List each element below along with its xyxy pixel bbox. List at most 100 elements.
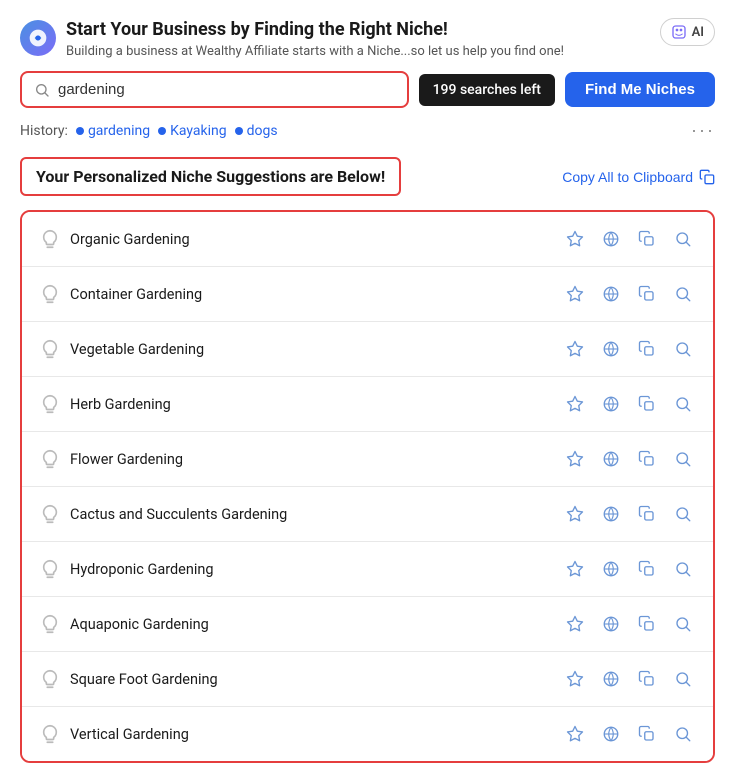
history-item-gardening[interactable]: gardening — [76, 123, 150, 139]
star-button[interactable] — [559, 498, 591, 530]
copy-item-button[interactable] — [631, 333, 663, 365]
niche-name: Herb Gardening — [70, 396, 559, 413]
copy-item-button[interactable] — [631, 443, 663, 475]
niche-item: Vegetable Gardening — [22, 322, 713, 377]
traffic-button[interactable] — [595, 553, 627, 585]
niche-name: Organic Gardening — [70, 231, 559, 248]
search-row: 199 searches left Find Me Niches — [20, 71, 715, 108]
star-button[interactable] — [559, 443, 591, 475]
search-item-button[interactable] — [667, 718, 699, 750]
search-item-button[interactable] — [667, 443, 699, 475]
bulb-icon — [36, 445, 64, 473]
bulb-icon — [36, 280, 64, 308]
copy-item-button[interactable] — [631, 663, 663, 695]
star-button[interactable] — [559, 223, 591, 255]
traffic-button[interactable] — [595, 388, 627, 420]
niche-actions — [559, 608, 699, 640]
search-item-button[interactable] — [667, 663, 699, 695]
traffic-button[interactable] — [595, 443, 627, 475]
niche-name: Hydroponic Gardening — [70, 561, 559, 578]
bulb-icon — [36, 390, 64, 418]
history-label: History: — [20, 123, 68, 139]
niche-name: Container Gardening — [70, 286, 559, 303]
ai-badge: AI — [660, 18, 715, 46]
niche-actions — [559, 223, 699, 255]
search-item-button[interactable] — [667, 388, 699, 420]
ai-badge-label: AI — [692, 25, 704, 40]
history-more-button[interactable]: ··· — [691, 120, 715, 141]
traffic-button[interactable] — [595, 608, 627, 640]
page-subtitle: Building a business at Wealthy Affiliate… — [66, 44, 564, 59]
copy-all-button[interactable]: Copy All to Clipboard — [562, 169, 715, 185]
copy-item-button[interactable] — [631, 718, 663, 750]
search-item-button[interactable] — [667, 223, 699, 255]
copy-item-button[interactable] — [631, 388, 663, 420]
copy-icon — [699, 169, 715, 185]
star-button[interactable] — [559, 278, 591, 310]
traffic-button[interactable] — [595, 333, 627, 365]
niche-item: Herb Gardening — [22, 377, 713, 432]
history-row: History: gardening Kayaking dogs ··· — [20, 120, 715, 141]
star-button[interactable] — [559, 718, 591, 750]
copy-item-button[interactable] — [631, 608, 663, 640]
search-input[interactable] — [58, 81, 395, 98]
niche-actions — [559, 498, 699, 530]
bulb-icon — [36, 720, 64, 748]
ai-icon — [671, 24, 687, 40]
search-box[interactable] — [20, 71, 409, 108]
find-niches-button[interactable]: Find Me Niches — [565, 72, 715, 107]
niche-item: Vertical Gardening — [22, 707, 713, 761]
star-button[interactable] — [559, 663, 591, 695]
search-item-button[interactable] — [667, 608, 699, 640]
star-button[interactable] — [559, 608, 591, 640]
niche-name: Aquaponic Gardening — [70, 616, 559, 633]
bulb-icon — [36, 610, 64, 638]
niche-item: Container Gardening — [22, 267, 713, 322]
page-header: Start Your Business by Finding the Right… — [20, 18, 715, 59]
niche-item: Hydroponic Gardening — [22, 542, 713, 597]
bulb-icon — [36, 335, 64, 363]
niche-name: Vegetable Gardening — [70, 341, 559, 358]
traffic-button[interactable] — [595, 663, 627, 695]
niche-actions — [559, 443, 699, 475]
page-title: Start Your Business by Finding the Right… — [66, 18, 564, 41]
copy-item-button[interactable] — [631, 278, 663, 310]
traffic-button[interactable] — [595, 278, 627, 310]
header-text: Start Your Business by Finding the Right… — [66, 18, 564, 59]
copy-item-button[interactable] — [631, 223, 663, 255]
traffic-button[interactable] — [595, 223, 627, 255]
niche-name: Flower Gardening — [70, 451, 559, 468]
suggestions-title: Your Personalized Niche Suggestions are … — [20, 157, 401, 196]
niche-actions — [559, 718, 699, 750]
history-item-kayaking[interactable]: Kayaking — [158, 123, 227, 139]
suggestions-header: Your Personalized Niche Suggestions are … — [20, 157, 715, 196]
searches-left-badge: 199 searches left — [419, 74, 555, 106]
history-dot-1 — [76, 127, 84, 135]
star-button[interactable] — [559, 333, 591, 365]
niche-name: Vertical Gardening — [70, 726, 559, 743]
star-button[interactable] — [559, 388, 591, 420]
history-item-dogs[interactable]: dogs — [235, 123, 278, 139]
bulb-icon — [36, 665, 64, 693]
search-item-button[interactable] — [667, 498, 699, 530]
niche-name: Cactus and Succulents Gardening — [70, 506, 559, 523]
niche-item: Aquaponic Gardening — [22, 597, 713, 652]
niche-actions — [559, 663, 699, 695]
search-item-button[interactable] — [667, 333, 699, 365]
niche-actions — [559, 553, 699, 585]
search-item-button[interactable] — [667, 553, 699, 585]
history-dot-2 — [158, 127, 166, 135]
search-item-button[interactable] — [667, 278, 699, 310]
bulb-icon — [36, 225, 64, 253]
traffic-button[interactable] — [595, 498, 627, 530]
bulb-icon — [36, 555, 64, 583]
copy-item-button[interactable] — [631, 498, 663, 530]
copy-item-button[interactable] — [631, 553, 663, 585]
niche-actions — [559, 278, 699, 310]
star-button[interactable] — [559, 553, 591, 585]
niche-item: Cactus and Succulents Gardening — [22, 487, 713, 542]
traffic-button[interactable] — [595, 718, 627, 750]
niche-actions — [559, 333, 699, 365]
niche-item: Square Foot Gardening — [22, 652, 713, 707]
header-left: Start Your Business by Finding the Right… — [20, 18, 564, 59]
